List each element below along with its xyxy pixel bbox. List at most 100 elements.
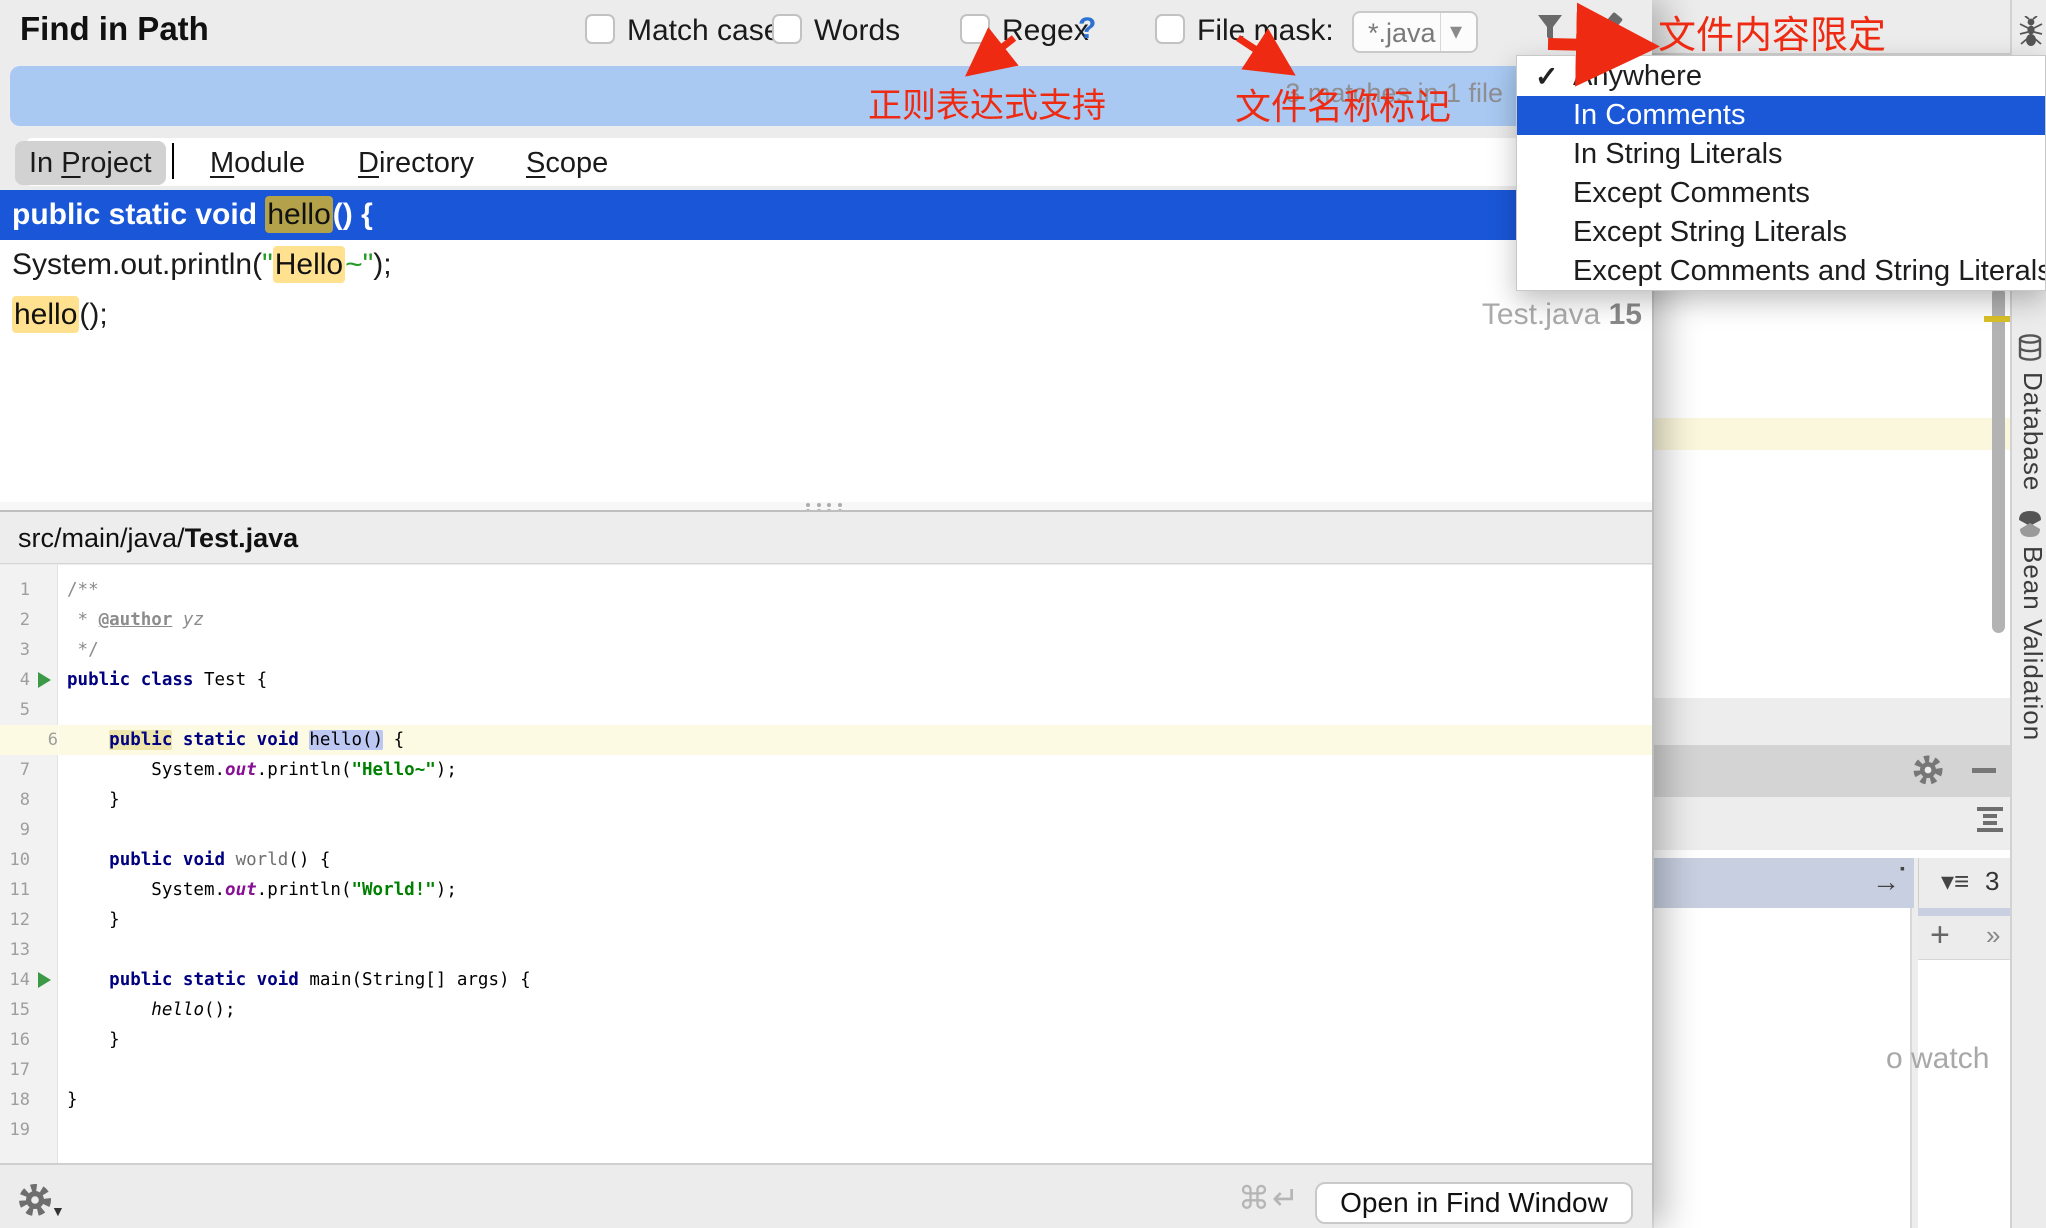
drag-dots-icon [806, 503, 846, 510]
code-line: public static void main(String[] args) { [59, 965, 1652, 995]
code-line: public static void hello() { [59, 725, 1652, 755]
dialog-footer: ▼ ⌘↵ Open in Find Window [0, 1163, 1652, 1228]
words-label[interactable]: Words [814, 14, 900, 48]
code-line: System.out.println("World!"); [59, 875, 1652, 905]
frames-strip [1918, 908, 2010, 916]
run-gutter-icon[interactable] [38, 672, 51, 688]
search-results-list: public static void hello() {System.out.p… [0, 190, 1652, 340]
code-preview[interactable]: 12345678910111213141516171819 /** * @aut… [0, 565, 1652, 1163]
code-line: } [59, 785, 1652, 815]
debug-selected-frame-row[interactable]: → ▪ [1654, 858, 1914, 908]
line-number: 12 [0, 905, 30, 935]
result-row[interactable]: hello();Test.java 15 [0, 290, 1652, 340]
frames-menu-icon[interactable]: ▾≡ [1941, 866, 1969, 897]
dropdown-item-except-comments[interactable]: Except Comments [1517, 174, 2045, 213]
match-case-label[interactable]: Match case [627, 14, 780, 48]
watches-toolbar: + » [1918, 916, 2010, 960]
shortcut-hint: ⌘↵ [1238, 1179, 1301, 1217]
run-gutter-icon[interactable] [38, 972, 51, 988]
code-line: hello(); [59, 995, 1652, 1025]
gap [1654, 850, 2010, 858]
line-number: 5 [0, 695, 30, 725]
code-line: */ [59, 635, 1652, 665]
screen: → ▪ ▾≡ 3 + » o watch [0, 0, 2046, 1228]
line-number: 9 [0, 815, 30, 845]
file-mask-select[interactable]: *.java ▾ [1352, 11, 1478, 53]
more-icon[interactable]: » [1986, 920, 2000, 951]
code-line [59, 815, 1652, 845]
pin-window-icon[interactable] [1594, 12, 1630, 52]
line-number: 8 [0, 785, 30, 815]
editor-gutter: 12345678910111213141516171819 [0, 565, 58, 1163]
debug-panels: → ▪ ▾≡ 3 + » o watch [1654, 698, 2010, 1228]
line-number: 19 [0, 1115, 30, 1145]
divider [1654, 745, 2010, 795]
add-watch-icon[interactable]: + [1930, 916, 1950, 955]
scope-tab-directory[interactable]: Directory [344, 141, 488, 185]
code-line: } [59, 1085, 1652, 1115]
tool-button-bean-validation[interactable]: Bean Validation [2017, 546, 2046, 741]
line-number: 14 [0, 965, 30, 995]
code-line: * @author yz [59, 605, 1652, 635]
result-file-label: Test.java 15 [1482, 290, 1642, 340]
line-number: 2 [0, 605, 30, 635]
collapse-stack-icon[interactable] [1976, 806, 2004, 832]
dialog-title: Find in Path [20, 10, 209, 48]
ant-icon[interactable] [2018, 16, 2044, 48]
panel-gear-icon[interactable] [1912, 754, 1944, 786]
line-number: 4 [0, 665, 30, 695]
filter-results-icon[interactable] [1536, 14, 1564, 48]
chevron-down-icon: ▾ [1450, 17, 1462, 46]
result-row[interactable]: public static void hello() { [0, 190, 1652, 240]
run-to-cursor-dot: ▪ [1900, 860, 1905, 876]
scope-tab-in-project[interactable]: In Project [15, 141, 166, 185]
regex-checkbox[interactable] [960, 14, 990, 44]
regex-label[interactable]: Regex [1002, 14, 1089, 48]
scope-tab-scope[interactable]: Scope [512, 141, 622, 185]
frames-count-cell[interactable]: ▾≡ 3 [1918, 858, 2010, 908]
watches-panel[interactable] [1918, 960, 2010, 1228]
dropdown-item-anywhere[interactable]: ✓Anywhere [1517, 57, 2045, 96]
code-line [59, 935, 1652, 965]
code-line [59, 695, 1652, 725]
error-stripe-mark[interactable] [1984, 316, 2012, 322]
code-line: public void world() { [59, 845, 1652, 875]
code-line [59, 1115, 1652, 1145]
file-name: Test.java [185, 523, 299, 553]
dropdown-item-except-string-literals[interactable]: Except String Literals [1517, 213, 2045, 252]
dropdown-item-except-comments-and-string-literals[interactable]: Except Comments and String Literals [1517, 252, 2045, 291]
editor-scrollbar[interactable] [1992, 287, 2005, 633]
divider [1440, 13, 1441, 51]
line-number: 3 [0, 635, 30, 665]
match-case-checkbox[interactable] [585, 14, 615, 44]
file-mask-checkbox[interactable] [1155, 14, 1185, 44]
chevron-down-icon: ▼ [51, 1203, 65, 1219]
open-in-find-window-button[interactable]: Open in Find Window [1315, 1182, 1633, 1224]
checkmark-icon: ✓ [1535, 57, 1558, 96]
words-checkbox[interactable] [772, 14, 802, 44]
minimize-icon[interactable] [1972, 768, 1996, 773]
splitter-handle[interactable] [0, 502, 1652, 510]
tool-button-database[interactable]: Database [2017, 372, 2046, 491]
dropdown-item-in-comments[interactable]: In Comments [1517, 96, 2045, 135]
dropdown-item-in-string-literals[interactable]: In String Literals [1517, 135, 2045, 174]
watches-empty-text: o watch [1886, 1042, 1989, 1076]
bean-validation-icon[interactable] [2017, 510, 2043, 538]
settings-gear-button[interactable]: ▼ [18, 1183, 70, 1223]
variables-panel[interactable] [1654, 908, 1912, 1228]
result-row[interactable]: System.out.println("Hello~"); [0, 240, 1652, 290]
editor-current-line-highlight [1654, 418, 2010, 450]
results-empty-area [0, 340, 1652, 502]
file-mask-label[interactable]: File mask: [1197, 14, 1334, 48]
run-to-cursor-icon[interactable]: → [1872, 866, 1900, 898]
file-mask-value: *.java [1368, 18, 1436, 49]
line-number: 13 [0, 935, 30, 965]
search-context-dropdown: ✓AnywhereIn CommentsIn String LiteralsEx… [1516, 55, 2046, 291]
code-line: public class Test { [59, 665, 1652, 695]
divider [1654, 795, 2010, 797]
database-icon[interactable] [2017, 334, 2043, 362]
code-line: } [59, 1025, 1652, 1055]
scope-tab-module[interactable]: Module [196, 141, 319, 185]
line-number: 18 [0, 1085, 30, 1115]
regex-help-link[interactable]: ? [1078, 12, 1096, 46]
